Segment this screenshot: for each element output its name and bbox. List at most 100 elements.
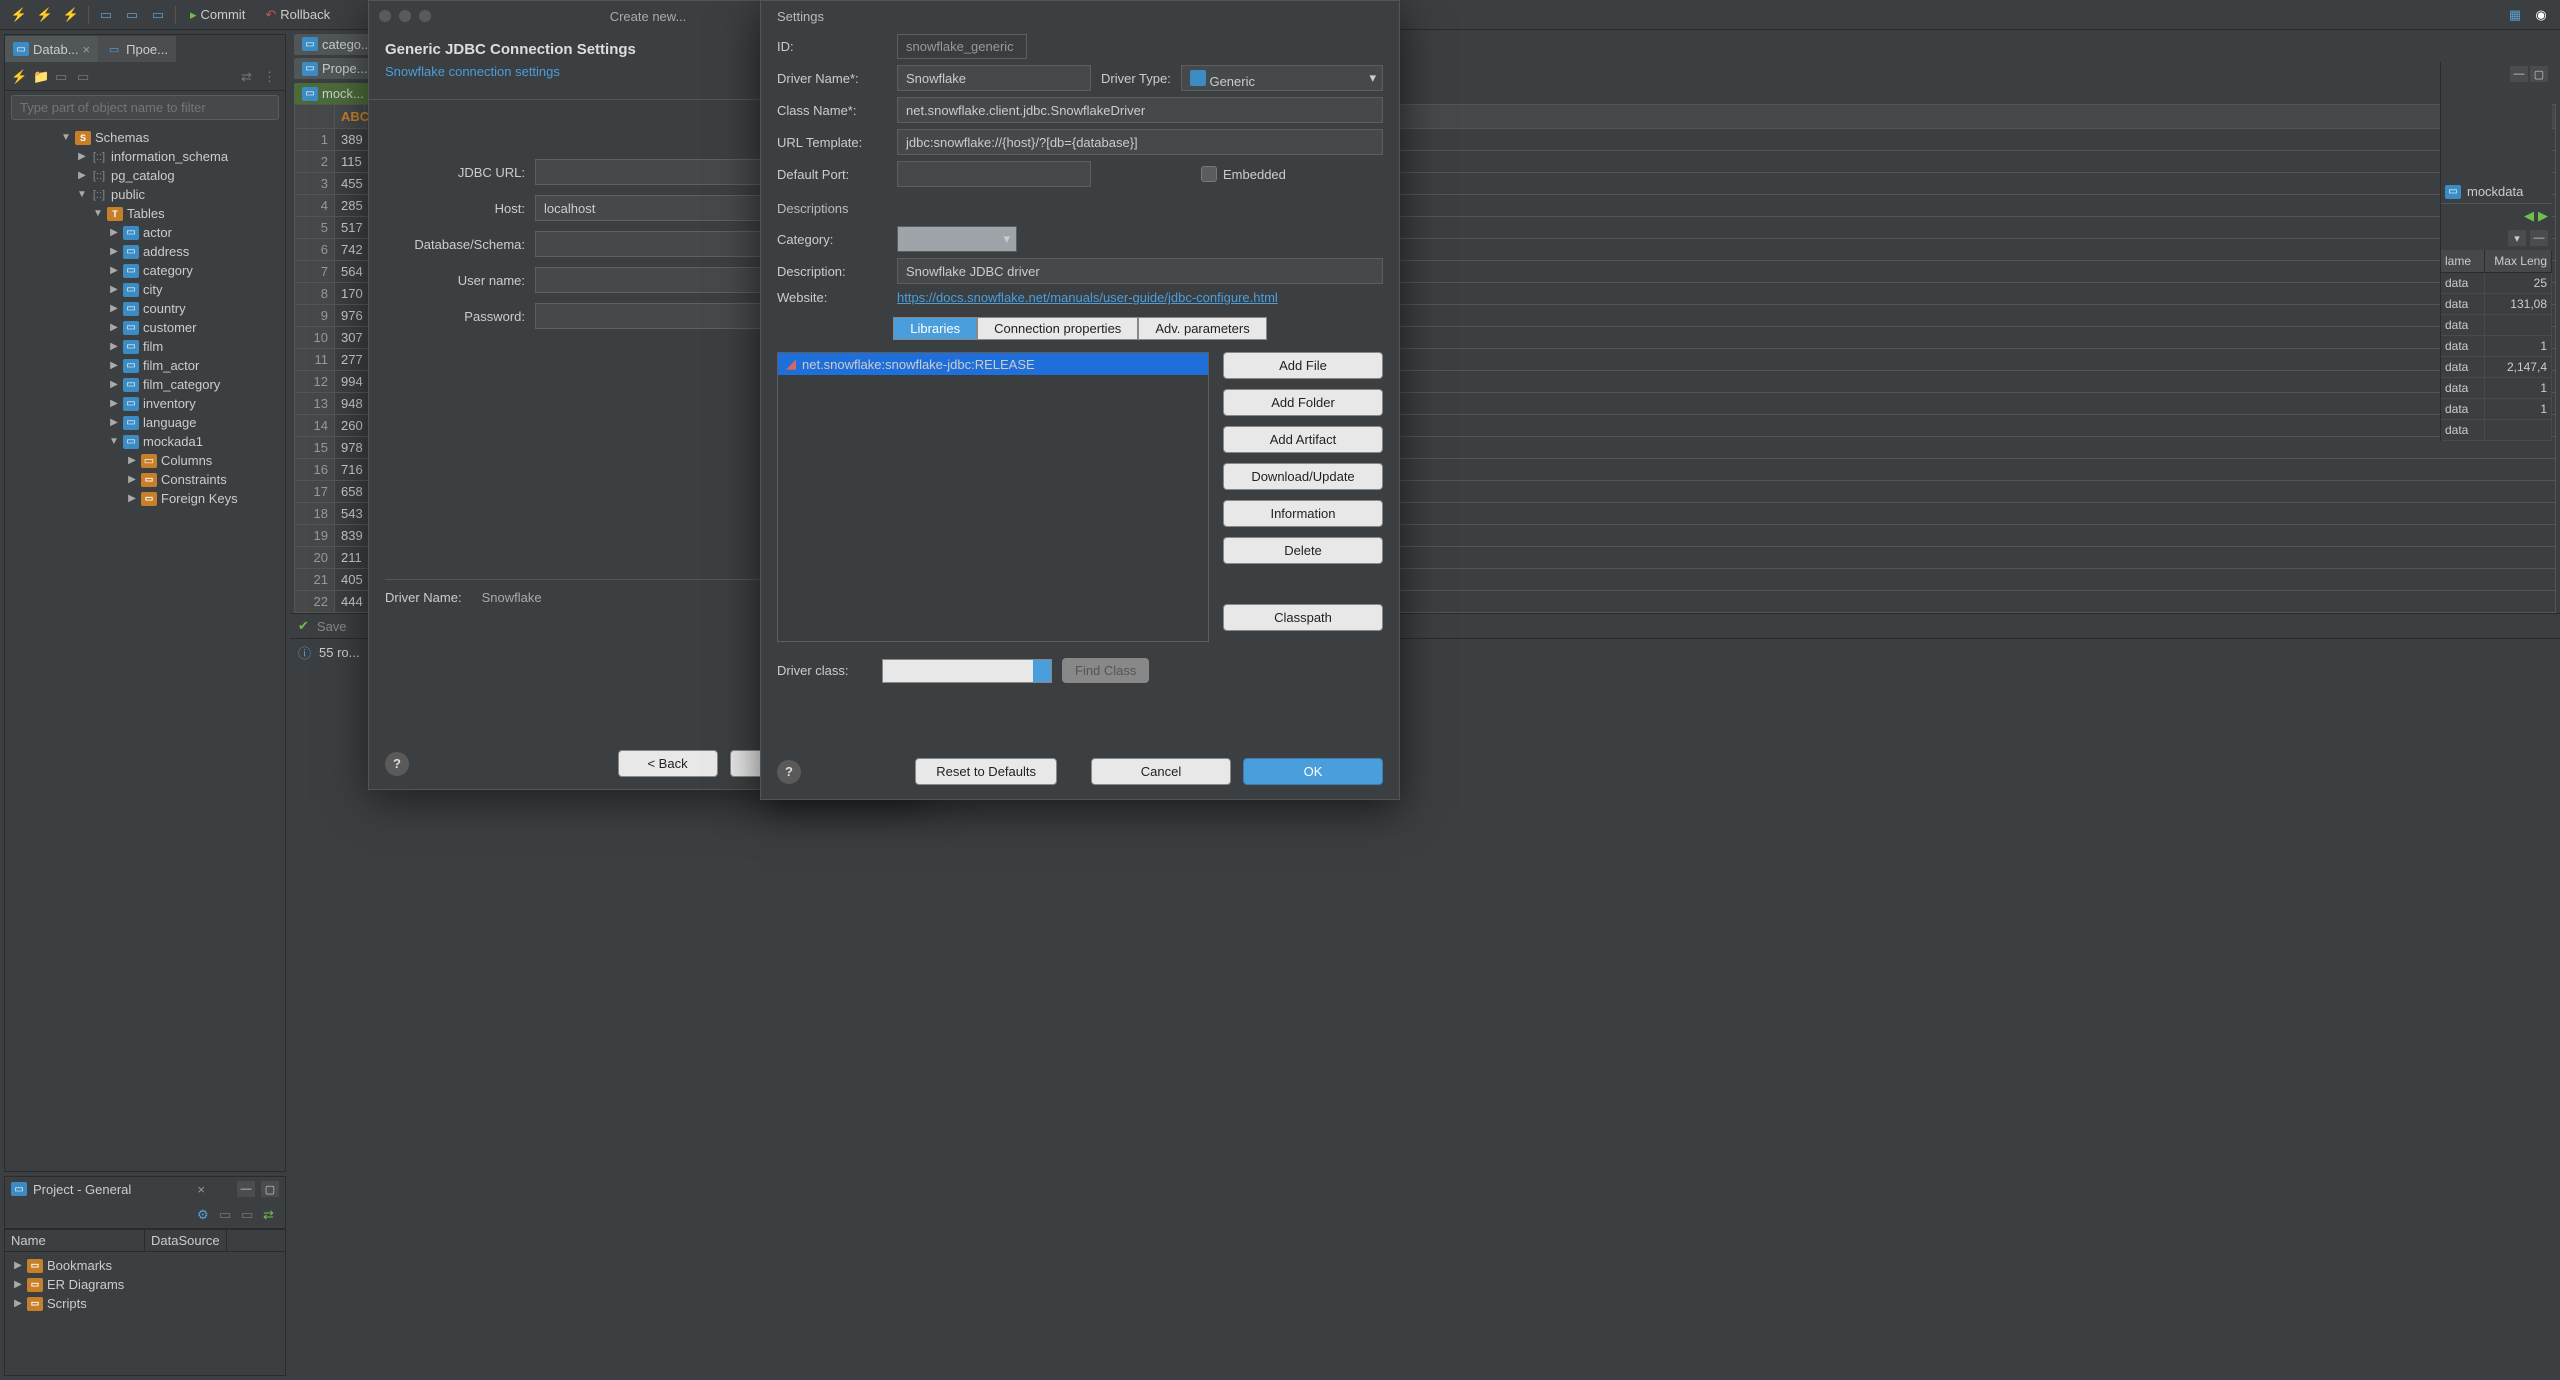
sql3-icon[interactable]: ▭ xyxy=(149,6,167,24)
connect-icon[interactable]: ⚡ xyxy=(11,69,27,85)
table-row[interactable]: data25 xyxy=(2441,273,2552,294)
tool-icon-2[interactable]: ▦ xyxy=(2506,6,2524,24)
prev-icon[interactable]: ◀ xyxy=(2524,208,2534,224)
table-item[interactable]: ▶▭customer xyxy=(5,318,285,337)
table-item[interactable]: ▶▭film_actor xyxy=(5,356,285,375)
db-tree[interactable]: ▼SSchemas ▶[::]information_schema ▶[::]p… xyxy=(5,124,285,1171)
lib-add-folder-button[interactable]: Add Folder xyxy=(1223,389,1383,416)
tree-item[interactable]: pg_catalog xyxy=(111,168,175,183)
table-row[interactable]: data1 xyxy=(2441,336,2552,357)
project-item[interactable]: ▶▭Bookmarks xyxy=(5,1256,285,1275)
lib-information-button[interactable]: Information xyxy=(1223,500,1383,527)
plug-add-icon[interactable]: ⚡ xyxy=(36,6,54,24)
table-row[interactable]: data xyxy=(2441,420,2552,441)
col-maxlen[interactable]: Max Leng xyxy=(2485,250,2552,272)
library-item[interactable]: ◢net.snowflake:snowflake-jdbc:RELEASE xyxy=(778,353,1208,375)
project-item[interactable]: ▶▭ER Diagrams xyxy=(5,1275,285,1294)
cancel-button[interactable]: Cancel xyxy=(1091,758,1231,785)
plug-icon[interactable]: ⚡ xyxy=(10,6,28,24)
tab-database[interactable]: ▭ Datab... × xyxy=(5,36,98,62)
tree-tables[interactable]: Tables xyxy=(127,206,165,221)
table-item[interactable]: ▶▭address xyxy=(5,242,285,261)
tab-adv-params[interactable]: Adv. parameters xyxy=(1138,317,1266,340)
reset-button[interactable]: Reset to Defaults xyxy=(915,758,1057,785)
maximize-icon[interactable]: ▢ xyxy=(261,1181,279,1197)
tab-mockdata[interactable]: ▭mock... xyxy=(294,83,372,104)
tab-libraries[interactable]: Libraries xyxy=(893,317,977,340)
tab-category[interactable]: ▭catego... xyxy=(294,34,380,55)
next-icon[interactable]: ▶ xyxy=(2538,208,2548,224)
window-controls[interactable] xyxy=(379,10,431,22)
project-item[interactable]: ▶▭Scripts xyxy=(5,1294,285,1313)
table-row[interactable]: data xyxy=(2441,315,2552,336)
tree-schemas[interactable]: Schemas xyxy=(95,130,149,145)
close-icon[interactable]: × xyxy=(197,1182,205,1197)
table-item[interactable]: ▶▭language xyxy=(5,413,285,432)
lib-download-update-button[interactable]: Download/Update xyxy=(1223,463,1383,490)
col-name[interactable]: lame xyxy=(2441,250,2485,272)
dropdown-icon[interactable]: ▾ xyxy=(2508,230,2526,246)
lib-add-file-button[interactable]: Add File xyxy=(1223,352,1383,379)
port-input[interactable] xyxy=(897,161,1091,187)
search-input[interactable] xyxy=(11,95,279,120)
tree-item[interactable]: ▶▭Columns xyxy=(5,451,285,470)
save-label[interactable]: Save xyxy=(317,619,347,634)
link-icon[interactable]: ⇄ xyxy=(241,69,257,85)
table-row[interactable]: data1 xyxy=(2441,399,2552,420)
minimize-icon[interactable]: — xyxy=(237,1181,255,1197)
tool-icon[interactable]: ▭ xyxy=(77,69,93,85)
driverclass-select[interactable] xyxy=(882,659,1052,683)
website-link[interactable]: https://docs.snowflake.net/manuals/user-… xyxy=(897,290,1278,305)
rollback-button[interactable]: ↶Rollback xyxy=(259,5,336,25)
lib-delete-button[interactable]: Delete xyxy=(1223,537,1383,564)
description-input[interactable] xyxy=(897,258,1383,284)
sql-icon[interactable]: ▭ xyxy=(97,6,115,24)
drivername-input[interactable] xyxy=(897,65,1091,91)
folder-icon[interactable]: 📁 xyxy=(33,69,49,85)
table-item[interactable]: ▶▭film_category xyxy=(5,375,285,394)
table-row[interactable]: data131,08 xyxy=(2441,294,2552,315)
panda-icon[interactable]: ◉ xyxy=(2532,6,2550,24)
tab-project[interactable]: ▭ Прое... xyxy=(98,36,176,62)
copy-icon[interactable]: ▭ xyxy=(55,69,71,85)
col-name[interactable]: Name xyxy=(5,1230,145,1251)
tree-item[interactable]: public xyxy=(111,187,145,202)
copy-icon[interactable]: ▭ xyxy=(219,1207,235,1223)
link-icon[interactable]: ⇄ xyxy=(263,1207,279,1223)
help-icon[interactable]: ? xyxy=(777,760,801,784)
category-select[interactable] xyxy=(897,226,1017,252)
tree-item[interactable]: ▶▭Constraints xyxy=(5,470,285,489)
ok-button[interactable]: OK xyxy=(1243,758,1383,785)
embedded-checkbox[interactable] xyxy=(1201,166,1217,182)
tree-item[interactable]: information_schema xyxy=(111,149,228,164)
close-icon[interactable]: × xyxy=(83,42,91,57)
minimize-icon[interactable]: — xyxy=(2510,66,2528,82)
lib-classpath-button[interactable]: Classpath xyxy=(1223,604,1383,631)
lib-add-artifact-button[interactable]: Add Artifact xyxy=(1223,426,1383,453)
menu-icon[interactable]: ⋮ xyxy=(263,69,279,85)
table-item[interactable]: ▼▭mockada1 xyxy=(5,432,285,451)
table-row[interactable]: data2,147,4 xyxy=(2441,357,2552,378)
tree-item[interactable]: ▶▭Foreign Keys xyxy=(5,489,285,508)
help-icon[interactable]: ? xyxy=(385,752,409,776)
table-item[interactable]: ▶▭actor xyxy=(5,223,285,242)
library-list[interactable]: ◢net.snowflake:snowflake-jdbc:RELEASE xyxy=(777,352,1209,642)
gear-icon[interactable]: ⚙ xyxy=(197,1207,213,1223)
table-item[interactable]: ▶▭category xyxy=(5,261,285,280)
tab-conn-props[interactable]: Connection properties xyxy=(977,317,1138,340)
copy2-icon[interactable]: ▭ xyxy=(241,1207,257,1223)
plug-red-icon[interactable]: ⚡ xyxy=(62,6,80,24)
urltemplate-input[interactable] xyxy=(897,129,1383,155)
col-datasource[interactable]: DataSource xyxy=(145,1230,227,1251)
back-button[interactable]: < Back xyxy=(618,750,718,777)
table-item[interactable]: ▶▭inventory xyxy=(5,394,285,413)
classname-input[interactable] xyxy=(897,97,1383,123)
tab-properties[interactable]: ▭Prope... xyxy=(294,58,376,79)
minimize-icon[interactable]: — xyxy=(2530,230,2548,246)
table-item[interactable]: ▶▭film xyxy=(5,337,285,356)
mockdata-label[interactable]: mockdata xyxy=(2467,184,2523,199)
maximize-icon[interactable]: ▢ xyxy=(2530,66,2548,82)
sql2-icon[interactable]: ▭ xyxy=(123,6,141,24)
commit-button[interactable]: ▸Commit xyxy=(184,5,251,25)
drivertype-select[interactable]: Generic xyxy=(1181,65,1383,91)
